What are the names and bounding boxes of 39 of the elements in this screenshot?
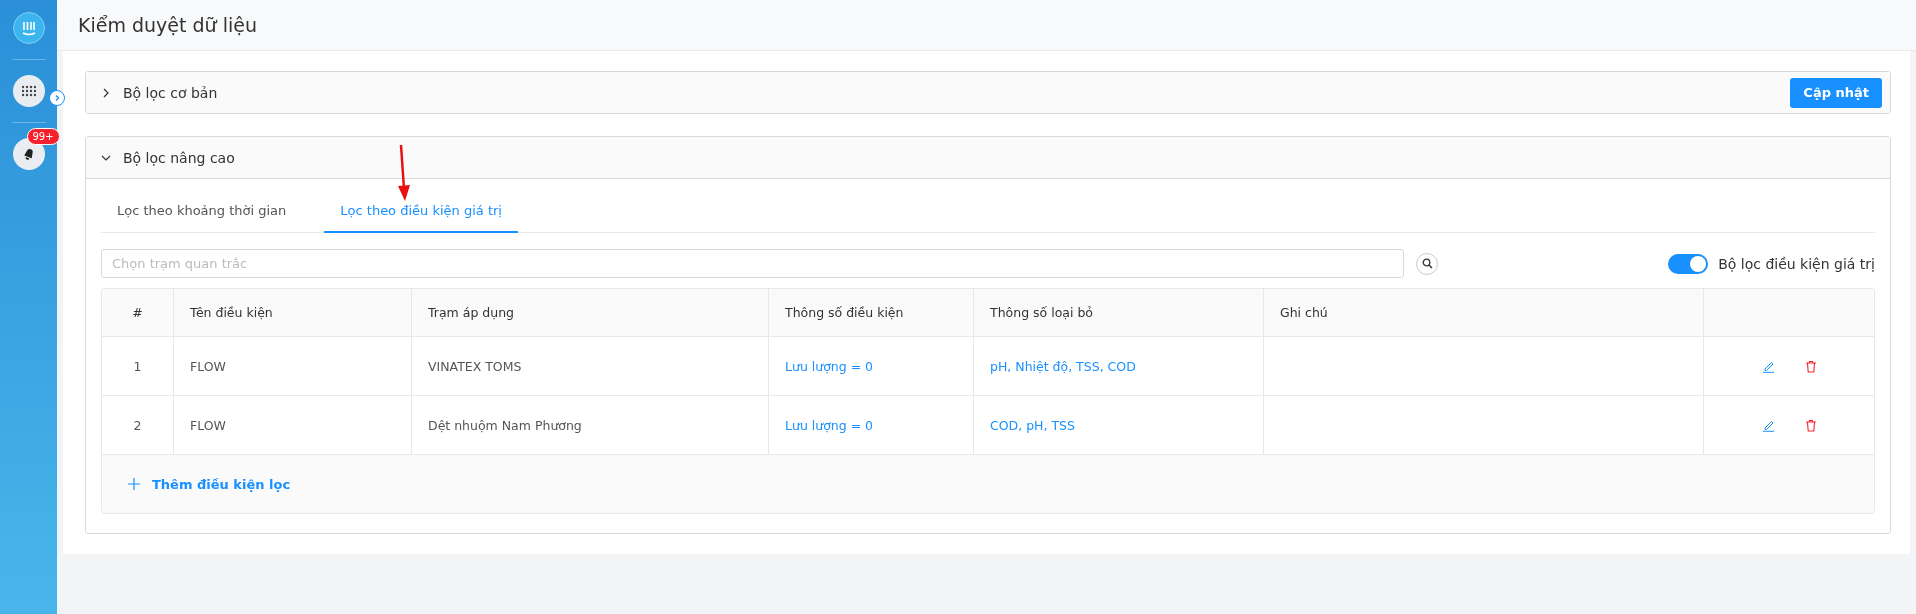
edit-button[interactable] [1761, 418, 1775, 432]
search-button[interactable] [1416, 252, 1438, 275]
column-header: Thông số điều kiện [769, 289, 974, 336]
toggle-switch[interactable] [1668, 253, 1709, 274]
table-cell: Dệt nhuộm Nam Phương [412, 396, 769, 454]
delete-button[interactable] [1804, 359, 1817, 373]
add-condition-button[interactable]: Thêm điều kiện lọc [128, 476, 291, 492]
parameters-link[interactable]: COD, pH, TSS [974, 396, 1264, 454]
update-button[interactable]: Cập nhật [1790, 77, 1882, 108]
panel-title[interactable]: Bộ lọc cơ bản [123, 84, 1779, 101]
toggle-label: Bộ lọc điều kiện giá trị [1718, 255, 1875, 272]
logo-icon[interactable] [12, 12, 45, 44]
chevron-icon [53, 94, 61, 102]
edit-button[interactable] [1761, 359, 1775, 373]
condition-link[interactable]: Lưu lượng = 0 [769, 337, 974, 395]
page-title: Kiểm duyệt dữ liệu [78, 14, 257, 36]
notification-count: 99+ [26, 128, 60, 145]
parameters-link[interactable]: pH, Nhiệt độ, TSS, COD [974, 337, 1264, 395]
annotation-arrow [397, 144, 411, 202]
column-header: Ghi chú [1264, 289, 1704, 336]
filter-tab[interactable]: Lọc theo khoảng thời gian [101, 191, 303, 233]
column-header: # [102, 289, 174, 336]
column-header: Trạm áp dụng [412, 289, 769, 336]
chevron-icon[interactable] [101, 87, 111, 98]
column-header: Tên điều kiện [174, 289, 412, 336]
table-cell: 2 [102, 396, 174, 454]
column-header: Thông số loại bỏ [974, 289, 1264, 336]
table-cell: 1 [102, 337, 174, 395]
notification-button[interactable] [12, 138, 45, 170]
grid-icon [21, 84, 36, 98]
plus-icon [128, 478, 140, 490]
apps-grid-button[interactable] [12, 75, 45, 107]
condition-link[interactable]: Lưu lượng = 0 [769, 396, 974, 454]
table-cell: VINATEX TOMS [412, 337, 769, 395]
table-cell: FLOW [174, 337, 412, 395]
station-search-field[interactable]: Chọn trạm quan trắc [101, 249, 1404, 278]
delete-button[interactable] [1804, 418, 1817, 432]
search-icon [1421, 258, 1433, 269]
table-cell: FLOW [174, 396, 412, 454]
